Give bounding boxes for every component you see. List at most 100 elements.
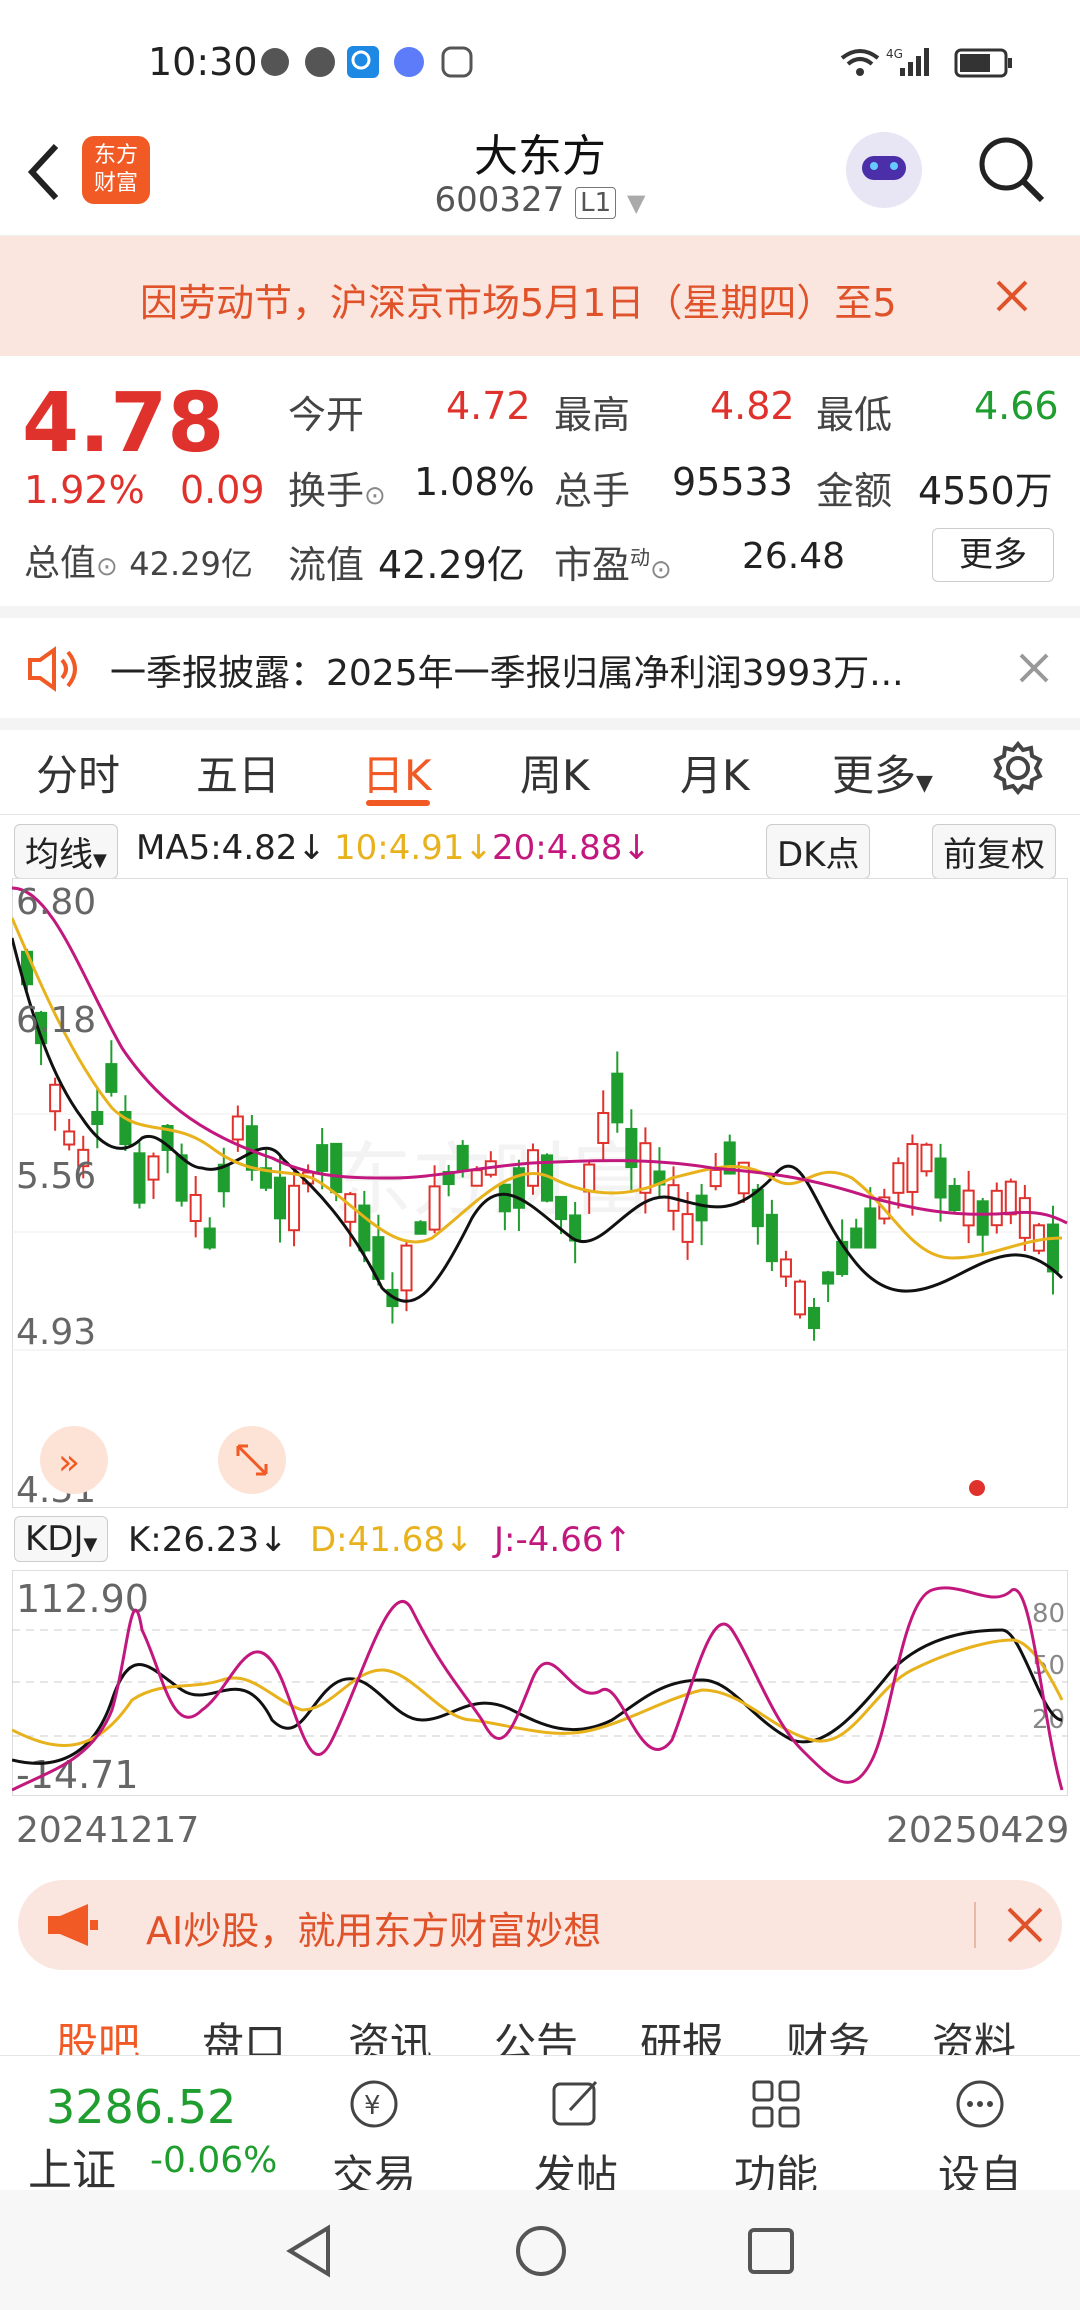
x-end-date: 20250429 xyxy=(886,1810,1070,1851)
nav-functions[interactable]: 功能 xyxy=(716,2076,836,2203)
signal-dot xyxy=(969,1480,985,1496)
kdj-y-tick: -14.71 xyxy=(16,1753,139,1797)
index-name[interactable]: 上证 xyxy=(28,2134,116,2198)
tab-research[interactable]: 研报 xyxy=(640,2010,724,2060)
info-icon[interactable]: ⊙ xyxy=(96,552,118,582)
nav-post[interactable]: 发帖 xyxy=(516,2076,636,2203)
robot-avatar[interactable] xyxy=(846,132,922,208)
kdj-d-value: D:41.68↓ xyxy=(310,1520,474,1560)
candle-body xyxy=(808,1306,821,1330)
tab-finance[interactable]: 财务 xyxy=(786,2010,870,2060)
kdj-chart[interactable]: 112.90 -14.71 80 50 20 xyxy=(12,1570,1068,1800)
news-text: 一季报披露：2025年一季报归属净利润3993万... xyxy=(110,653,904,694)
tab-weekly-k[interactable]: 周K xyxy=(520,742,590,803)
ai-banner[interactable]: AI炒股，就用东方财富妙想 xyxy=(18,1880,1062,1970)
candle-body xyxy=(765,1213,778,1263)
tab-announcement[interactable]: 公告 xyxy=(494,2010,578,2060)
candle-body xyxy=(793,1280,807,1316)
current-price: 4.78 xyxy=(22,376,225,471)
content-tabs: 股吧 盘口 资讯 公告 研报 财务 资料 xyxy=(0,2010,1080,2060)
tab-monthly-k[interactable]: 月K xyxy=(680,742,750,803)
adjust-button[interactable]: 前复权 xyxy=(932,824,1056,879)
news-bar[interactable]: 一季报披露：2025年一季报归属净利润3993万... xyxy=(0,606,1080,730)
y-tick: 6.80 xyxy=(16,882,96,923)
kdj-selector[interactable]: KDJ▼ xyxy=(14,1516,109,1562)
caret-down-icon: ▼ xyxy=(93,850,107,871)
low-value: 4.66 xyxy=(974,384,1059,428)
close-icon[interactable] xyxy=(1018,652,1050,684)
open-label: 今开 xyxy=(288,393,365,437)
stock-header: 东方 财富 大东方 600327 L1 ▼ xyxy=(0,120,1080,236)
dk-point-button[interactable]: DK点 xyxy=(766,824,871,879)
tab-five-day[interactable]: 五日 xyxy=(196,742,280,803)
pe-superscript: 动 xyxy=(630,545,651,570)
tab-more[interactable]: 更多▼ xyxy=(832,742,933,803)
kdj-y-tick: 112.90 xyxy=(16,1577,149,1621)
nav-trade[interactable]: ¥ 交易 xyxy=(314,2076,434,2203)
candle-body xyxy=(105,1063,118,1093)
tab-news[interactable]: 资讯 xyxy=(348,2010,432,2060)
candlestick-chart[interactable]: 东方财富 6.80 6.18 5.56 4.93 4.31 » xyxy=(12,878,1068,1508)
candle-body xyxy=(850,1227,863,1249)
pe-value: 26.48 xyxy=(742,536,846,577)
chevron-down-icon: ▼ xyxy=(626,189,646,217)
turnover-value: 1.08% xyxy=(414,460,535,504)
ma-selector[interactable]: 均线▼ xyxy=(14,824,118,879)
kdj-k-value: K:26.23↓ xyxy=(128,1520,288,1560)
pe-label-row[interactable]: 市盈动⊙ xyxy=(554,534,672,589)
tab-daily-k[interactable]: 日K xyxy=(362,742,432,803)
turnover-label-row[interactable]: 换手⊙ xyxy=(288,460,386,515)
index-value[interactable]: 3286.52 xyxy=(46,2080,236,2134)
candle-body xyxy=(1046,1223,1059,1273)
edit-icon xyxy=(552,2080,598,2126)
more-button[interactable]: 更多 xyxy=(932,528,1054,582)
volume-label: 总手 xyxy=(554,469,631,513)
info-icon[interactable]: ⊙ xyxy=(364,481,386,511)
candle-body xyxy=(976,1200,989,1236)
candle-body xyxy=(203,1227,216,1249)
candle-body xyxy=(231,1115,244,1141)
kdj-selector-label: KDJ xyxy=(25,1519,84,1559)
candle-body xyxy=(751,1188,764,1228)
recents-square-icon[interactable] xyxy=(746,2226,796,2276)
more-dots-icon xyxy=(956,2080,1004,2128)
mktcap-item[interactable]: 总值⊙ 42.29亿 xyxy=(24,534,253,586)
tab-profile[interactable]: 资料 xyxy=(932,2010,1016,2060)
ma-selector-label: 均线 xyxy=(25,835,93,875)
info-icon[interactable]: ⊙ xyxy=(650,555,672,585)
kdj-j-value: J:-4.66↑ xyxy=(494,1520,632,1560)
holiday-notice[interactable]: 因劳动节，沪深京市场5月1日（星期四）至5 xyxy=(0,236,1080,356)
candle-body xyxy=(273,1176,287,1220)
ma10-value: 10:4.91↓ xyxy=(334,828,493,868)
tab-guba[interactable]: 股吧 xyxy=(56,2010,140,2060)
candle-body xyxy=(133,1152,146,1204)
candle-body xyxy=(288,1184,301,1232)
ma20-value: 20:4.88↓ xyxy=(492,828,651,868)
candle-body xyxy=(611,1072,624,1124)
back-triangle-icon[interactable] xyxy=(284,2224,334,2278)
candle-body xyxy=(779,1258,792,1278)
search-icon[interactable] xyxy=(976,134,1046,204)
close-icon[interactable] xyxy=(1006,1906,1044,1944)
low-label: 最低 xyxy=(816,393,893,437)
tab-minute[interactable]: 分时 xyxy=(36,742,120,803)
status-bar: 10:30 4G xyxy=(0,0,1080,120)
y-tick: 4.93 xyxy=(16,1312,96,1353)
ma5-value: MA5:4.82↓ xyxy=(136,828,326,868)
home-circle-icon[interactable] xyxy=(514,2224,568,2278)
tab-pankou[interactable]: 盘口 xyxy=(202,2010,286,2060)
candle-body xyxy=(526,1149,539,1187)
high-label: 最高 xyxy=(554,393,631,437)
candle-body xyxy=(695,1194,708,1222)
candle-body xyxy=(428,1185,441,1231)
gear-icon[interactable] xyxy=(990,740,1046,796)
close-icon[interactable] xyxy=(994,278,1030,314)
period-tabs: 分时 五日 日K 周K 月K 更多▼ xyxy=(0,718,1080,815)
open-value: 4.72 xyxy=(446,384,531,428)
candle-body xyxy=(681,1213,694,1243)
amount-label: 金额 xyxy=(816,469,893,513)
pe-label: 市盈 xyxy=(554,543,631,587)
megaphone-icon xyxy=(48,1904,98,1946)
amount-value: 4550万 xyxy=(918,469,1053,513)
candle-body xyxy=(920,1143,933,1173)
